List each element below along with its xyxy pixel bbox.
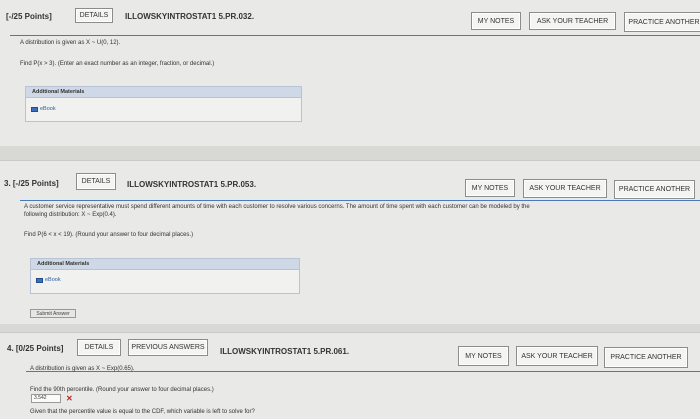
answer-field[interactable]: 3.542 — [31, 394, 61, 403]
separator-line — [0, 160, 700, 161]
question-prompt: Find the 90th percentile. (Round your an… — [30, 387, 214, 393]
question-points: [-/25 Points] — [6, 12, 52, 21]
question-points: 3. [-/25 Points] — [4, 179, 59, 188]
practice-another-button[interactable]: PRACTICE ANOTHER — [624, 12, 700, 32]
ebook-link[interactable]: eBook — [36, 277, 61, 283]
additional-materials-panel: Additional Materials eBook — [25, 86, 302, 122]
question-divider — [10, 35, 700, 36]
separator-line — [0, 332, 700, 333]
previous-answers-button[interactable]: PREVIOUS ANSWERS — [128, 339, 208, 356]
book-icon — [31, 106, 38, 112]
practice-another-button[interactable]: PRACTICE ANOTHER — [614, 180, 695, 199]
question-id: ILLOWSKYINTROSTAT1 5.PR.053. — [127, 180, 257, 189]
my-notes-button[interactable]: MY NOTES — [458, 346, 509, 366]
ebook-label: eBook — [40, 106, 56, 112]
additional-materials-panel: Additional Materials eBook — [30, 258, 300, 294]
additional-materials-title: Additional Materials — [26, 87, 301, 98]
hint-text: Given that the percentile value is equal… — [30, 409, 255, 415]
ask-teacher-button[interactable]: ASK YOUR TEACHER — [516, 346, 598, 366]
details-button[interactable]: DETAILS — [76, 173, 116, 190]
book-icon — [36, 277, 43, 283]
question-points: 4. [0/25 Points] — [7, 344, 64, 353]
my-notes-button[interactable]: MY NOTES — [471, 12, 521, 30]
practice-another-button[interactable]: PRACTICE ANOTHER — [604, 347, 688, 368]
question-id: ILLOWSKYINTROSTAT1 5.PR.061. — [220, 347, 350, 356]
question-text-continued: following distribution: X ~ Exp(0.4). — [24, 212, 117, 218]
question-text: A distribution is given as X ~ Exp(0.65)… — [30, 366, 135, 372]
question-prompt: Find P(6 < x < 19). (Round your answer t… — [24, 232, 194, 238]
details-button[interactable]: DETAILS — [77, 339, 121, 356]
my-notes-button[interactable]: MY NOTES — [465, 179, 515, 197]
details-button[interactable]: DETAILS — [75, 8, 113, 23]
question-separator — [0, 146, 700, 160]
question-separator — [0, 324, 700, 332]
ebook-link[interactable]: eBook — [31, 106, 56, 112]
ask-teacher-button[interactable]: ASK YOUR TEACHER — [529, 12, 616, 30]
question-text: A customer service representative must s… — [24, 204, 530, 210]
additional-materials-title: Additional Materials — [31, 259, 299, 270]
incorrect-x-icon: ✕ — [66, 394, 73, 403]
submit-answer-button[interactable]: Submit Answer — [30, 309, 76, 318]
question-text: A distribution is given as X ~ U(0, 12). — [20, 40, 121, 46]
ask-teacher-button[interactable]: ASK YOUR TEACHER — [523, 179, 607, 198]
question-prompt: Find P(x > 3). (Enter an exact number as… — [20, 61, 215, 67]
ebook-label: eBook — [45, 277, 61, 283]
question-id: ILLOWSKYINTROSTAT1 5.PR.032. — [125, 12, 255, 21]
question-divider — [20, 200, 700, 201]
